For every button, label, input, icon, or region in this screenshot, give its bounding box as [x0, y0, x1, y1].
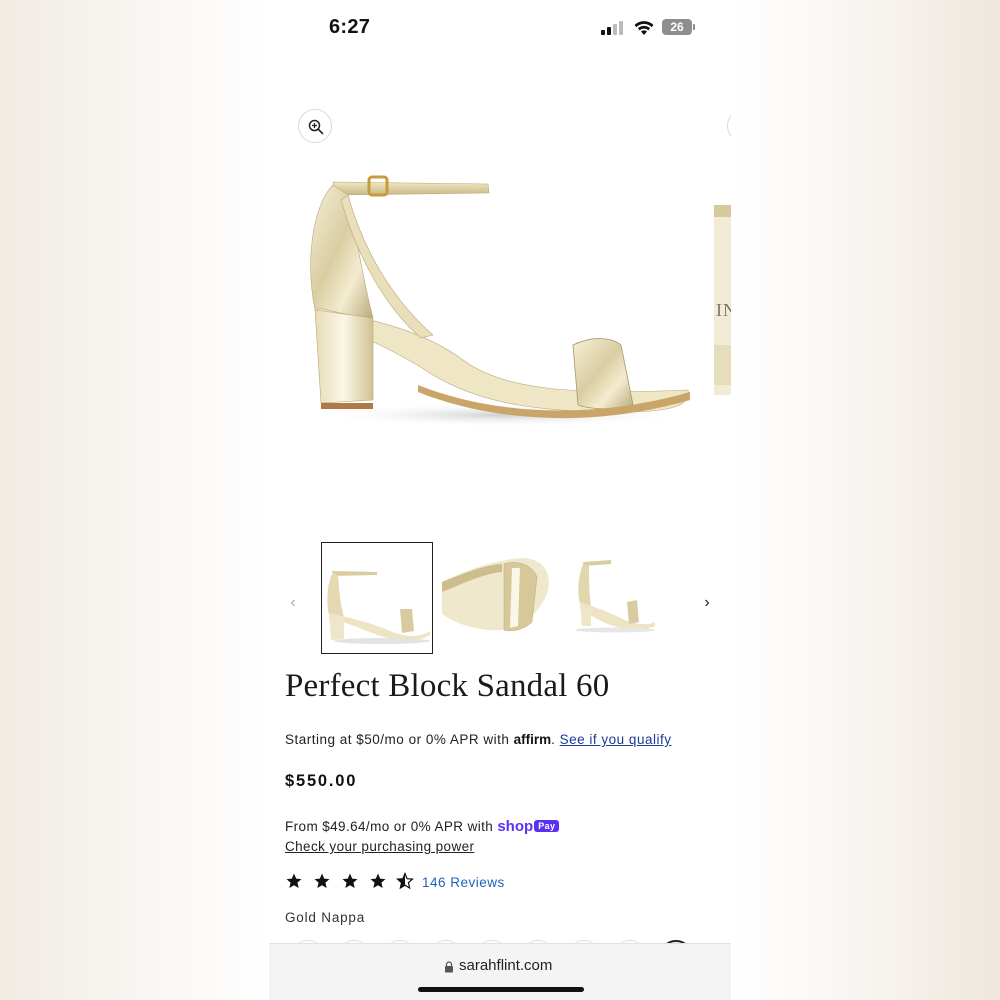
shop-pay-text: From $49.64/mo or 0% APR with — [285, 819, 498, 834]
half-star-icon — [396, 872, 414, 890]
product-price: $550.00 — [285, 772, 358, 790]
zoom-in-icon — [308, 119, 324, 135]
battery-icon: 26 — [662, 19, 695, 35]
chevron-right-icon[interactable]: › — [699, 593, 715, 613]
next-image-zoom-button[interactable] — [727, 109, 731, 143]
status-bar: 6:27 26 — [269, 0, 731, 56]
background-left — [0, 0, 269, 1000]
signal-icon — [601, 20, 625, 35]
wifi-icon — [634, 21, 654, 35]
background-right — [731, 0, 1000, 1000]
thumbnail-3[interactable] — [563, 542, 675, 654]
product-title: Perfect Block Sandal 60 — [285, 668, 610, 704]
next-image-brand-text: IN — [716, 300, 731, 320]
chevron-left-icon[interactable]: ‹ — [285, 593, 301, 613]
phone-screen: 6:27 26 IN ‹ › Perfect Block Sandal 60 S… — [269, 0, 731, 1000]
star-icon — [342, 873, 358, 888]
star-icon — [286, 873, 302, 888]
shop-pay-badge: Pay — [534, 820, 560, 832]
star-icon — [314, 873, 330, 888]
product-main-image[interactable] — [293, 160, 693, 460]
shop-pay-logo: shop — [497, 818, 534, 835]
status-time: 6:27 — [329, 16, 371, 38]
thumbnail-2[interactable] — [442, 542, 554, 654]
shop-pay-financing: From $49.64/mo or 0% APR with shop Pay — [285, 818, 560, 835]
affirm-text: Starting at $50/mo or 0% APR with — [285, 732, 514, 747]
color-name: Gold Nappa — [285, 910, 366, 925]
lock-icon — [445, 961, 453, 973]
browser-address-bar[interactable]: sarahflint.com — [269, 943, 731, 1000]
star-icon — [370, 873, 386, 888]
affirm-logo: affirm — [513, 732, 552, 747]
thumbnail-1[interactable] — [321, 542, 433, 654]
purchasing-power-link[interactable]: Check your purchasing power — [285, 839, 474, 854]
reviews-link[interactable]: 146 Reviews — [422, 875, 505, 890]
affirm-financing: Starting at $50/mo or 0% APR with affirm… — [285, 732, 672, 747]
affirm-qualify-link[interactable]: See if you qualify — [560, 732, 672, 747]
zoom-button[interactable] — [298, 109, 332, 143]
url-text[interactable]: sarahflint.com — [459, 957, 552, 974]
home-indicator[interactable] — [418, 987, 584, 992]
